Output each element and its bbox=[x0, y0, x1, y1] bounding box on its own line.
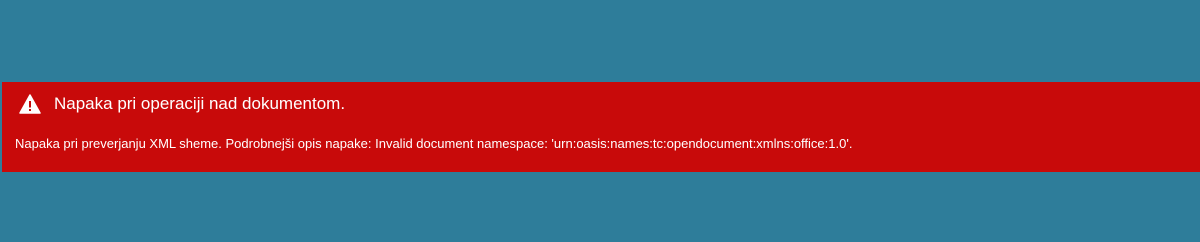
warning-icon bbox=[19, 94, 41, 114]
error-title: Napaka pri operaciji nad dokumentom. bbox=[54, 94, 346, 113]
error-banner: Napaka pri operaciji nad dokumentom. Nap… bbox=[2, 82, 1200, 172]
error-header: Napaka pri operaciji nad dokumentom. bbox=[19, 92, 345, 116]
error-message: Napaka pri preverjanju XML sheme. Podrob… bbox=[15, 136, 853, 151]
